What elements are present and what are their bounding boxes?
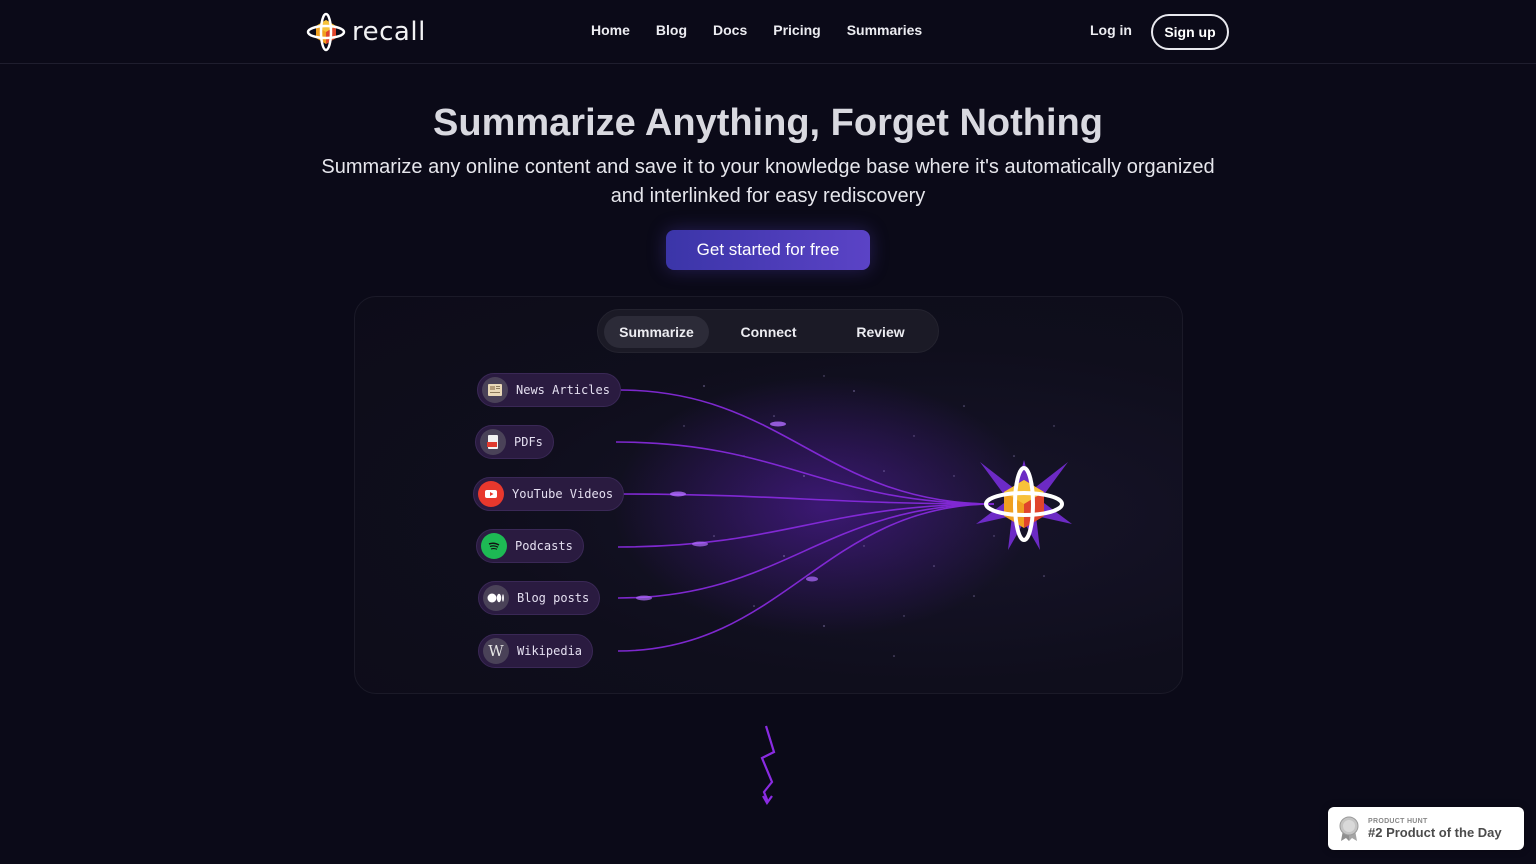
badge-rank: #2 Product of the Day	[1368, 824, 1502, 840]
source-wikipedia: W Wikipedia	[478, 634, 594, 668]
product-hunt-badge[interactable]: PRODUCT HUNT #2 Product of the Day	[1328, 807, 1524, 850]
wikipedia-icon: W	[483, 638, 509, 664]
source-blog-posts: Blog posts	[478, 581, 601, 615]
source-youtube-videos: YouTube Videos	[473, 477, 625, 511]
nav-home[interactable]: Home	[591, 22, 630, 38]
nav-blog[interactable]: Blog	[656, 22, 687, 38]
recall-logo-icon	[306, 12, 346, 52]
nav-summaries[interactable]: Summaries	[847, 22, 922, 38]
source-label: YouTube Videos	[512, 487, 614, 501]
signup-button[interactable]: Sign up	[1151, 14, 1229, 50]
top-navigation-bar: recall Home Blog Docs Pricing Summaries …	[0, 0, 1536, 64]
logo-text: recall	[352, 17, 426, 47]
lightning-bolt-icon	[760, 725, 776, 806]
demo-tab-bar: Summarize Connect Review	[597, 309, 939, 353]
medal-icon	[1339, 816, 1359, 841]
source-label: News Articles	[516, 383, 610, 397]
login-link[interactable]: Log in	[1090, 22, 1132, 38]
badge-label: PRODUCT HUNT	[1368, 817, 1428, 825]
background-glow	[614, 376, 1034, 636]
get-started-button[interactable]: Get started for free	[666, 230, 870, 270]
source-podcasts: Podcasts	[476, 529, 584, 563]
tab-connect[interactable]: Connect	[716, 316, 821, 348]
badge-text: PRODUCT HUNT #2 Product of the Day	[1368, 818, 1502, 840]
nav-docs[interactable]: Docs	[713, 22, 747, 38]
tab-summarize[interactable]: Summarize	[604, 316, 709, 348]
newspaper-icon	[482, 377, 508, 403]
hero-subtitle: Summarize any online content and save it…	[321, 156, 1215, 207]
nav-pricing[interactable]: Pricing	[773, 22, 820, 38]
source-label: Blog posts	[517, 591, 590, 605]
source-pdfs: PDFs	[475, 425, 554, 459]
medium-icon	[483, 585, 509, 611]
hero-title: Summarize Anything, Forget Nothing	[433, 102, 1103, 144]
source-label: PDFs	[514, 435, 543, 449]
main-nav: Home Blog Docs Pricing Summaries	[591, 22, 922, 38]
source-label: Wikipedia	[517, 644, 583, 658]
spotify-icon	[481, 533, 507, 559]
source-news-articles: News Articles	[477, 373, 621, 407]
tab-review[interactable]: Review	[828, 316, 933, 348]
youtube-icon	[478, 481, 504, 507]
pdf-icon	[480, 429, 506, 455]
source-label: Podcasts	[515, 539, 573, 553]
recall-logo[interactable]: recall	[306, 12, 426, 52]
